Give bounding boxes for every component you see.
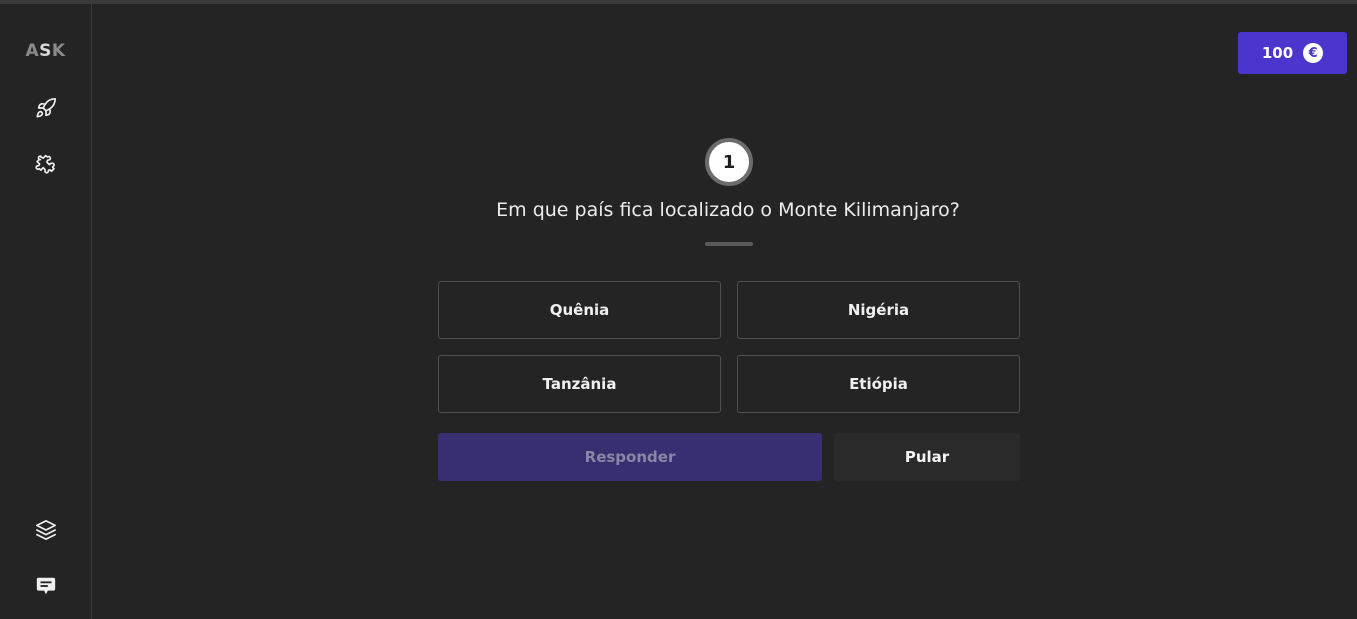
top-border [0, 0, 1357, 4]
question-number-badge: 1 [705, 138, 753, 186]
coin-balance-button[interactable]: 100 € [1238, 32, 1347, 74]
question-divider [705, 242, 753, 246]
coin-amount: 100 [1261, 44, 1294, 62]
logo-letter-s: S [39, 41, 52, 61]
answer-option[interactable]: Etiópia [737, 355, 1020, 413]
skip-button[interactable]: Pular [834, 433, 1020, 481]
layers-icon[interactable] [34, 518, 58, 542]
answer-option[interactable]: Quênia [438, 281, 721, 339]
euro-coin-icon: € [1303, 43, 1324, 63]
question-text: Em que país fica localizado o Monte Kili… [496, 199, 960, 221]
app-logo[interactable]: ASK [0, 41, 91, 61]
submit-answer-button[interactable]: Responder [438, 433, 822, 481]
answer-option[interactable]: Nigéria [737, 281, 1020, 339]
rocket-icon[interactable] [34, 96, 58, 120]
puzzle-icon[interactable] [34, 152, 58, 176]
logo-letter-k: K [51, 41, 66, 61]
answer-option[interactable]: Tanzânia [438, 355, 721, 413]
sidebar: ASK [0, 4, 92, 619]
logo-letter-a: A [25, 41, 40, 61]
chat-icon[interactable] [34, 574, 58, 598]
